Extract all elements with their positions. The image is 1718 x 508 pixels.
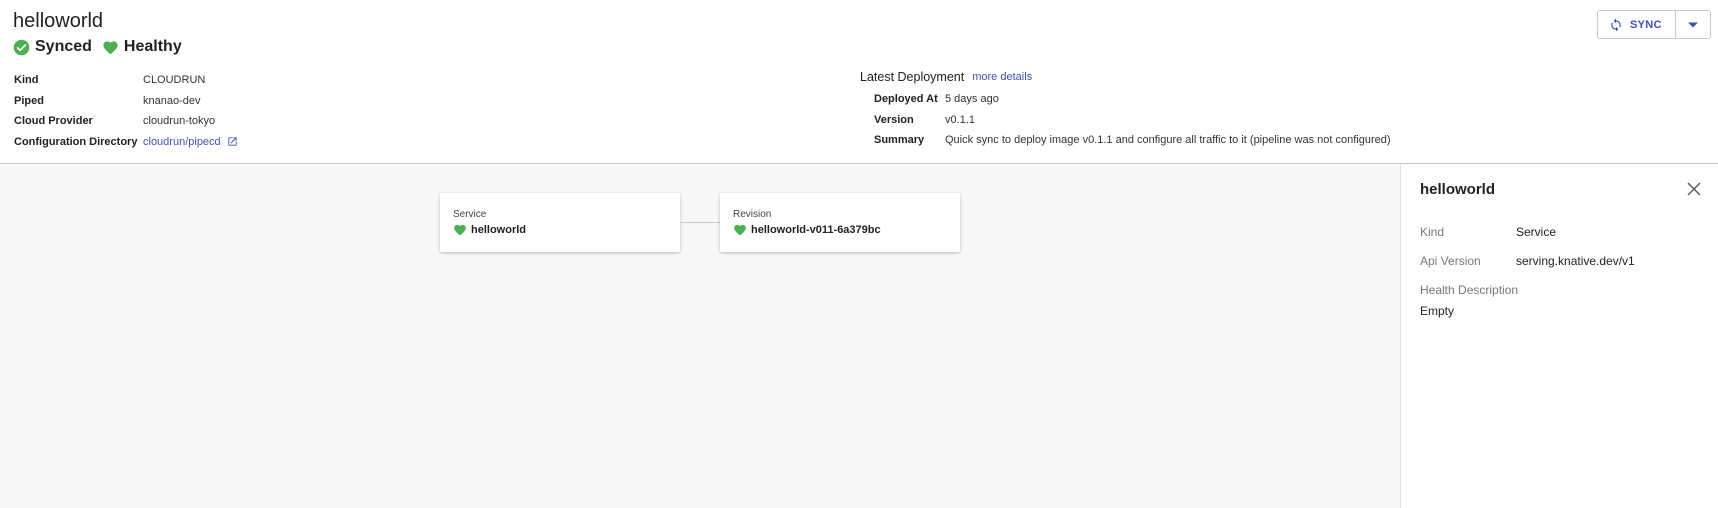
latest-deployment-info: Deployed At 5 days ago Version v0.1.1 Su… bbox=[874, 89, 1391, 151]
application-title: helloworld bbox=[13, 10, 104, 32]
detail-row-api-version: Api Version serving.knative.dev/v1 bbox=[1420, 254, 1635, 268]
config-directory-link[interactable]: cloudrun/pipecd bbox=[143, 136, 238, 148]
deploy-label: Version bbox=[874, 113, 914, 126]
info-row-kind: Kind CLOUDRUN bbox=[14, 70, 238, 91]
resource-node-name-text: helloworld bbox=[471, 223, 526, 236]
latest-deployment-heading: Latest Deployment more details bbox=[860, 70, 1032, 84]
caret-down-icon bbox=[1687, 22, 1698, 27]
resource-detail-panel: helloworld Kind Service Api Version serv… bbox=[1400, 165, 1718, 508]
deploy-value: Quick sync to deploy image v0.1.1 and co… bbox=[945, 134, 1391, 147]
info-value: knanao-dev bbox=[143, 94, 201, 107]
deploy-value: v0.1.1 bbox=[945, 113, 975, 126]
detail-row-kind: Kind Service bbox=[1420, 225, 1556, 239]
heart-icon bbox=[103, 41, 118, 55]
status-row: Synced Healthy bbox=[13, 38, 192, 56]
latest-deployment-title: Latest Deployment bbox=[860, 70, 965, 84]
detail-value: serving.knative.dev/v1 bbox=[1516, 254, 1635, 268]
sync-status: Synced bbox=[13, 38, 92, 56]
detail-label: Api Version bbox=[1420, 254, 1481, 268]
deploy-row-summary: Summary Quick sync to deploy image v0.1.… bbox=[874, 130, 1391, 151]
sync-button-label: SYNC bbox=[1630, 18, 1662, 31]
external-link-icon bbox=[228, 137, 237, 146]
health-status-label: Healthy bbox=[123, 38, 182, 55]
info-row-cloud-provider: Cloud Provider cloudrun-tokyo bbox=[14, 111, 238, 132]
graph-edge bbox=[680, 222, 720, 223]
deploy-row-deployed-at: Deployed At 5 days ago bbox=[874, 89, 1391, 110]
health-description-label: Health Description bbox=[1420, 283, 1519, 297]
sync-button[interactable]: SYNC bbox=[1598, 11, 1676, 38]
config-directory-link-text: cloudrun/pipecd bbox=[143, 135, 221, 148]
application-info: Kind CLOUDRUN Piped knanao-dev Cloud Pro… bbox=[14, 70, 238, 152]
info-value: cloudrun-tokyo bbox=[143, 115, 216, 128]
more-details-link[interactable]: more details bbox=[972, 71, 1032, 83]
close-icon[interactable] bbox=[1687, 182, 1701, 196]
resource-detail-title: helloworld bbox=[1420, 181, 1495, 198]
resource-node-revision[interactable]: Revision helloworld-v011-6a379bc bbox=[720, 193, 960, 252]
check-circle-icon bbox=[13, 39, 30, 55]
application-header: helloworld Synced Healthy Kind CLOUDRUN … bbox=[0, 0, 1718, 164]
deploy-row-version: Version v0.1.1 bbox=[874, 110, 1391, 131]
resource-node-name-text: helloworld-v011-6a379bc bbox=[751, 223, 881, 236]
info-label: Kind bbox=[14, 74, 39, 87]
resource-node-service[interactable]: Service helloworld bbox=[440, 193, 680, 252]
heart-icon bbox=[734, 224, 746, 236]
info-label: Configuration Directory bbox=[14, 135, 138, 148]
sync-icon bbox=[1611, 18, 1621, 31]
health-status: Healthy bbox=[102, 38, 182, 56]
deploy-label: Summary bbox=[874, 134, 925, 147]
resource-node-kind: Service bbox=[453, 209, 487, 220]
info-row-config-directory: Configuration Directory cloudrun/pipecd bbox=[14, 132, 238, 153]
resource-node-name: helloworld bbox=[453, 223, 526, 236]
sync-options-dropdown[interactable] bbox=[1676, 11, 1710, 38]
resource-node-kind: Revision bbox=[733, 209, 772, 220]
sync-button-group: SYNC bbox=[1597, 10, 1711, 39]
info-label: Cloud Provider bbox=[14, 115, 93, 128]
detail-label: Kind bbox=[1420, 225, 1445, 239]
health-description-value: Empty bbox=[1420, 304, 1455, 318]
sync-status-label: Synced bbox=[35, 38, 92, 55]
resource-graph-canvas[interactable]: Service helloworld Revision helloworld-v… bbox=[0, 165, 1400, 508]
resource-node-name: helloworld-v011-6a379bc bbox=[733, 223, 881, 236]
info-value: CLOUDRUN bbox=[143, 74, 206, 87]
info-label: Piped bbox=[14, 94, 44, 107]
heart-icon bbox=[454, 224, 466, 236]
detail-value: Service bbox=[1516, 225, 1557, 239]
deploy-label: Deployed At bbox=[874, 93, 938, 106]
deploy-value: 5 days ago bbox=[945, 93, 999, 106]
info-row-piped: Piped knanao-dev bbox=[14, 91, 238, 112]
